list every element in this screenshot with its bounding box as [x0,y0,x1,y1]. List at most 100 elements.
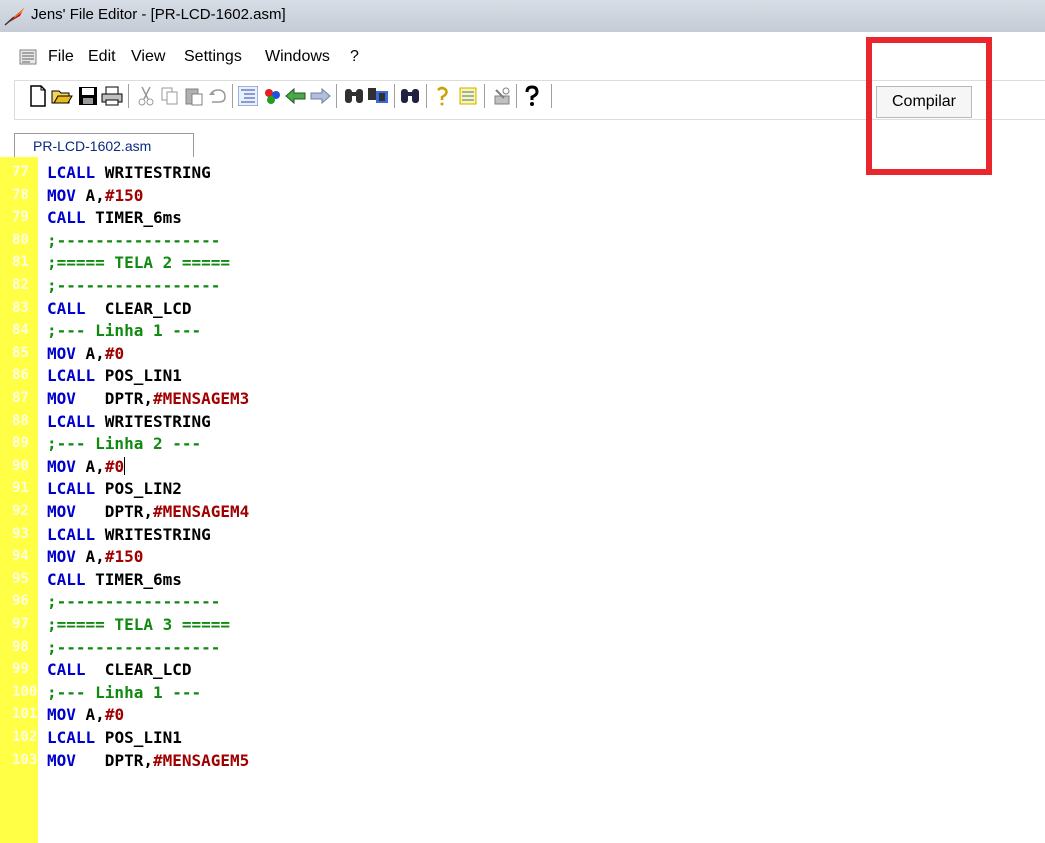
code-line[interactable]: 94 MOV A,#150 [0,546,1045,568]
code-keyword: LCALL [47,524,96,544]
code-line[interactable]: 102 LCALL POS_LIN1 [0,727,1045,749]
tools-icon[interactable] [490,83,514,109]
menu-edit[interactable]: Edit [88,48,116,66]
code-line[interactable]: 96 ;----------------- [0,591,1045,613]
code-text: ;===== TELA 2 ===== [47,252,230,274]
tab-pr-lcd-1602[interactable]: PR-LCD-1602.asm [14,133,194,158]
line-number: 94 [12,548,29,565]
code-line[interactable]: 93 LCALL WRITESTRING [0,524,1045,546]
find-replace-icon[interactable] [366,83,390,109]
line-number: 80 [12,231,29,248]
code-text: ;--- Linha 1 --- [47,320,201,342]
save-icon[interactable] [76,83,100,109]
cut-icon[interactable] [134,83,158,109]
code-line[interactable]: 79 CALL TIMER_6ms [0,207,1045,229]
copy-icon[interactable] [158,83,182,109]
code-text: MOV A,#150 [47,185,143,207]
goto-icon[interactable] [430,83,454,109]
color-icon[interactable] [260,83,284,109]
open-folder-icon[interactable] [50,83,74,109]
code-text: MOV A,#0 [47,456,126,478]
code-line[interactable]: 82 ;----------------- [0,275,1045,297]
code-line[interactable]: 81 ;===== TELA 2 ===== [0,252,1045,274]
code-line[interactable]: 95 CALL TIMER_6ms [0,569,1045,591]
forward-icon[interactable] [308,83,332,109]
code-text: CALL CLEAR_LCD [47,298,192,320]
code-line[interactable]: 98 ;----------------- [0,637,1045,659]
code-line[interactable]: 88 LCALL WRITESTRING [0,411,1045,433]
code-line[interactable]: 103 MOV DPTR,#MENSAGEM5 [0,750,1045,772]
code-text: ;----------------- [47,637,220,659]
code-keyword: MOV [47,705,76,725]
code-operand: DPTR, [75,502,153,521]
code-literal: #150 [104,185,144,205]
line-number: 77 [12,164,29,180]
code-text: MOV DPTR,#MENSAGEM4 [47,501,249,523]
system-menu-icon[interactable] [19,49,37,65]
menu-help[interactable]: ? [350,48,359,66]
code-literal: #0 [104,705,125,725]
code-line[interactable]: 78 MOV A,#150 [0,185,1045,207]
code-keyword: CALL [47,660,86,680]
toolbar-separator [336,84,337,108]
code-text: CALL TIMER_6ms [47,207,182,229]
menu-settings[interactable]: Settings [184,48,242,66]
line-number: 102 [12,729,38,745]
code-line[interactable]: 92 MOV DPTR,#MENSAGEM4 [0,501,1045,523]
code-text: CALL CLEAR_LCD [47,659,192,681]
code-text: MOV DPTR,#MENSAGEM3 [47,388,249,410]
line-number: 83 [12,299,29,316]
code-text: LCALL POS_LIN1 [47,365,182,387]
code-text: ;----------------- [47,275,220,297]
code-literal: #MENSAGEM5 [152,750,250,770]
code-line[interactable]: 89 ;--- Linha 2 --- [0,433,1045,455]
code-text: LCALL WRITESTRING [47,162,211,184]
toolbar-separator [551,84,552,108]
code-operand: TIMER_6ms [85,569,182,589]
toolbar-separator [232,84,233,108]
code-keyword: LCALL [47,411,96,431]
paste-icon[interactable] [182,83,206,109]
new-file-icon[interactable] [26,83,50,109]
code-comment: ;===== TELA 2 ===== [47,253,231,273]
code-line[interactable]: 87 MOV DPTR,#MENSAGEM3 [0,388,1045,410]
code-text: MOV A,#150 [47,546,143,568]
code-line[interactable]: 97 ;===== TELA 3 ===== [0,614,1045,636]
code-line[interactable]: 80 ;----------------- [0,230,1045,252]
list-icon[interactable] [236,83,260,109]
menu-windows[interactable]: Windows [265,48,330,66]
code-keyword: MOV [47,456,76,476]
menu-file[interactable]: File [48,48,74,66]
code-line[interactable]: 101 MOV A,#0 [0,704,1045,726]
code-comment: ;--- Linha 1 --- [47,321,202,341]
code-line[interactable]: 100 ;--- Linha 1 --- [0,682,1045,704]
undo-icon[interactable] [206,83,230,109]
code-operand: POS_LIN1 [95,728,182,747]
code-operand: A, [75,185,105,205]
line-number: 90 [12,457,29,474]
code-line[interactable]: 91 LCALL POS_LIN2 [0,478,1045,500]
menu-view[interactable]: View [131,48,165,66]
syntax-icon[interactable] [456,83,480,109]
code-line[interactable]: 83 CALL CLEAR_LCD [0,298,1045,320]
code-line[interactable]: 85 MOV A,#0 [0,343,1045,365]
line-number: 99 [12,661,29,678]
print-icon[interactable] [100,83,124,109]
code-line[interactable]: 99 CALL CLEAR_LCD [0,659,1045,681]
code-text: MOV DPTR,#MENSAGEM5 [47,750,249,772]
app-feather-icon [4,8,24,26]
back-icon[interactable] [284,83,308,109]
code-line[interactable]: 84 ;--- Linha 1 --- [0,320,1045,342]
code-line[interactable]: 90 MOV A,#0 [0,456,1045,478]
find-icon[interactable] [342,83,366,109]
code-editor[interactable]: 77 LCALL WRITESTRING 78 MOV A,#150 79 CALL TI… [0,157,1045,843]
code-operand: A, [75,456,105,476]
find-next-icon[interactable] [398,83,422,109]
line-number: 93 [12,525,29,542]
code-keyword: MOV [47,389,76,408]
code-operand: TIMER_6ms [85,208,182,228]
line-number: 88 [12,412,29,429]
help-icon[interactable] [520,83,544,109]
line-number: 98 [12,638,29,655]
code-line[interactable]: 86 LCALL POS_LIN1 [0,365,1045,387]
